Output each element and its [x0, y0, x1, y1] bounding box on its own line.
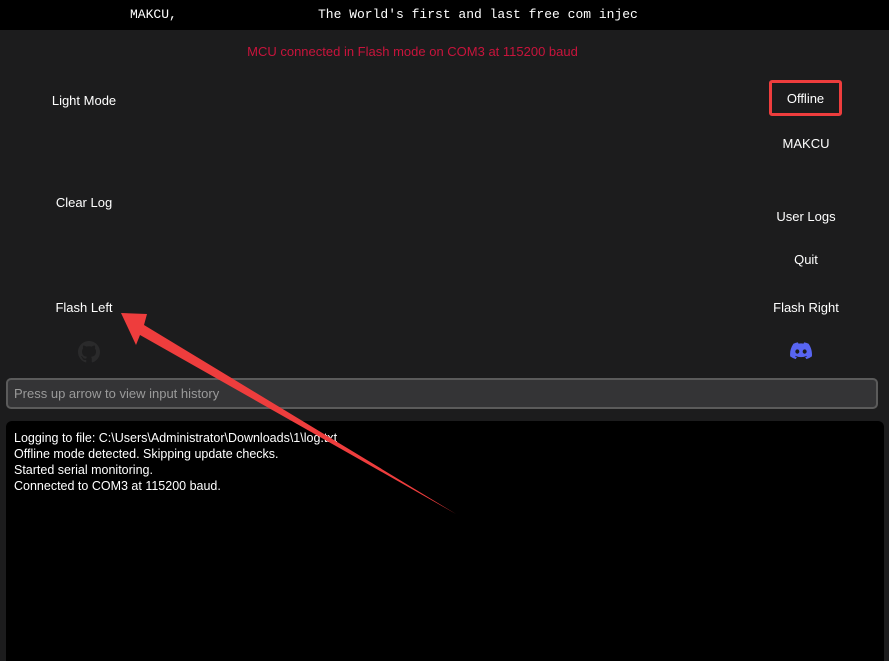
discord-icon[interactable] [790, 342, 813, 360]
app-tagline: The World's first and last free com inje… [318, 7, 638, 22]
user-logs-button[interactable]: User Logs [776, 209, 835, 224]
app-name: MAKCU, [130, 7, 177, 22]
log-line: Offline mode detected. Skipping update c… [14, 447, 279, 461]
light-mode-button[interactable]: Light Mode [52, 93, 116, 108]
makcu-button[interactable]: MAKCU [783, 136, 830, 151]
log-line: Connected to COM3 at 115200 baud. [14, 479, 221, 493]
offline-button[interactable]: Offline [769, 80, 842, 116]
log-output: Logging to file: C:\Users\Administrator\… [6, 421, 884, 661]
title-bar: MAKCU, The World's first and last free c… [0, 0, 889, 30]
log-line: Started serial monitoring. [14, 463, 153, 477]
command-input[interactable] [8, 380, 876, 407]
clear-log-button[interactable]: Clear Log [56, 195, 112, 210]
quit-button[interactable]: Quit [794, 252, 818, 267]
log-line: Logging to file: C:\Users\Administrator\… [14, 431, 338, 445]
github-icon[interactable] [78, 341, 100, 363]
offline-button-label: Offline [786, 90, 825, 106]
flash-left-button[interactable]: Flash Left [55, 300, 112, 315]
flash-right-button[interactable]: Flash Right [773, 300, 839, 315]
connection-status: MCU connected in Flash mode on COM3 at 1… [247, 44, 578, 59]
command-input-container [6, 378, 878, 409]
